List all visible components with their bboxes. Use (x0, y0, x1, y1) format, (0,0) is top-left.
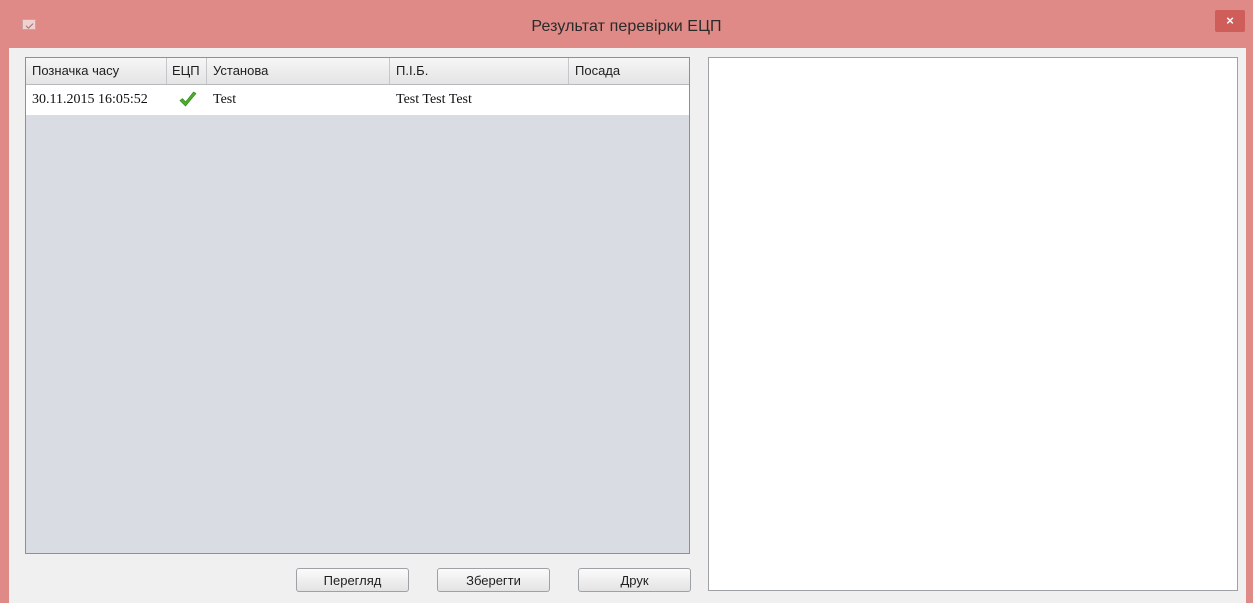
green-check-icon (179, 91, 197, 107)
cell-full-name: Test Test Test (396, 92, 472, 107)
title-bar[interactable]: Результат перевірки ЕЦП × (0, 0, 1253, 48)
signature-details-panel[interactable] (708, 57, 1238, 591)
table-row[interactable]: 30.11.2015 16:05:52 Test Test Test Test (26, 85, 689, 115)
column-header-signature[interactable]: ЕЦП (167, 58, 207, 84)
cell-institution: Test (213, 92, 237, 107)
view-button[interactable]: Перегляд (296, 568, 409, 592)
cell-position (569, 85, 689, 115)
save-button[interactable]: Зберегти (437, 568, 550, 592)
column-header-position[interactable]: Посада (569, 58, 689, 84)
signature-result-window: Результат перевірки ЕЦП × Позначка часу … (0, 0, 1253, 603)
column-header-institution[interactable]: Установа (207, 58, 390, 84)
table-header: Позначка часу ЕЦП Установа П.І.Б. Посада (26, 58, 689, 85)
close-button[interactable]: × (1215, 10, 1245, 32)
cell-timestamp: 30.11.2015 16:05:52 (32, 92, 148, 107)
column-header-full-name[interactable]: П.І.Б. (390, 58, 569, 84)
print-button[interactable]: Друк (578, 568, 691, 592)
column-header-timestamp[interactable]: Позначка часу (26, 58, 167, 84)
window-title: Результат перевірки ЕЦП (531, 18, 722, 35)
dialog-body: Позначка часу ЕЦП Установа П.І.Б. Посада… (9, 48, 1246, 603)
signature-table[interactable]: Позначка часу ЕЦП Установа П.І.Б. Посада… (25, 57, 690, 554)
